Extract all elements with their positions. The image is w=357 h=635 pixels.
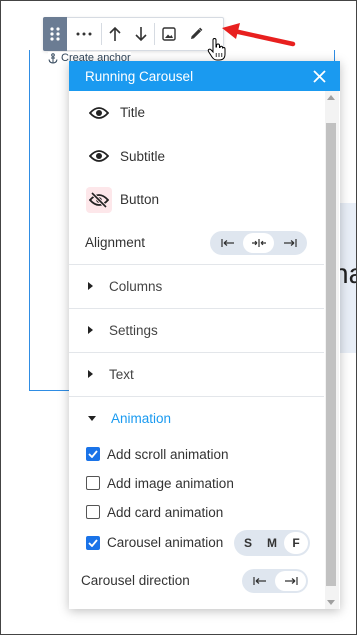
- checkbox-label: Add scroll animation: [107, 446, 229, 462]
- section-label: Animation: [111, 410, 172, 426]
- toggle-button-visibility[interactable]: [86, 186, 112, 213]
- panel-title: Running Carousel: [85, 68, 194, 84]
- section-text[interactable]: Text: [69, 351, 324, 396]
- arrow-down-icon: [135, 27, 147, 42]
- visibility-row-subtitle: Subtitle: [69, 135, 324, 179]
- block-toolbar: [43, 16, 224, 51]
- drag-handle[interactable]: [43, 16, 67, 51]
- close-button[interactable]: [310, 67, 328, 85]
- animation-speed-control: S M F: [234, 529, 310, 556]
- carousel-animation-row: Carousel animation S M F: [69, 527, 324, 559]
- hand-cursor-icon: [207, 38, 226, 61]
- toggle-title-visibility[interactable]: [86, 100, 112, 126]
- direction-left-option[interactable]: [244, 571, 275, 591]
- align-right-icon: [283, 238, 297, 247]
- image-animation-option[interactable]: Add image animation: [69, 469, 324, 498]
- checkbox-label: Carousel animation: [107, 535, 224, 550]
- visibility-row-button: Button: [69, 178, 324, 222]
- caret-right-icon: [88, 282, 93, 290]
- checkbox-label: Add image animation: [107, 475, 234, 491]
- drag-grip-icon: [50, 26, 60, 41]
- section-animation[interactable]: Animation: [69, 395, 324, 440]
- eye-off-icon: [89, 191, 109, 208]
- caret-right-icon: [88, 370, 93, 378]
- section-label: Settings: [109, 322, 158, 338]
- scroll-animation-option[interactable]: Add scroll animation: [69, 440, 324, 469]
- alignment-row: Alignment: [69, 222, 324, 264]
- speed-option-s[interactable]: S: [236, 532, 260, 554]
- checkbox-label: Add card animation: [107, 504, 224, 520]
- panel-content: Title Subtitle Button Alignment Columns …: [69, 91, 324, 603]
- running-carousel-panel: Running Carousel Title Subtitle Button A…: [69, 61, 340, 609]
- carousel-animation-checkbox[interactable]: [86, 535, 100, 550]
- alignment-label: Alignment: [85, 235, 146, 250]
- eye-icon: [89, 150, 109, 163]
- caret-right-icon: [88, 326, 93, 334]
- align-right-option[interactable]: [274, 233, 305, 253]
- alignment-segmented-control: [210, 230, 307, 255]
- direction-left-icon: [252, 576, 266, 585]
- image-button[interactable]: [155, 18, 183, 50]
- more-options-button[interactable]: [67, 18, 101, 50]
- direction-label: Carousel direction: [81, 573, 190, 588]
- card-animation-checkbox[interactable]: [86, 505, 100, 519]
- caret-down-icon: [88, 415, 96, 421]
- direction-right-icon: [284, 576, 298, 585]
- direction-right-option[interactable]: [275, 570, 306, 591]
- arrow-up-icon: [109, 26, 121, 41]
- move-up-button[interactable]: [102, 18, 128, 50]
- direction-segmented-control: [242, 568, 308, 593]
- panel-scrollbar[interactable]: [325, 91, 339, 609]
- card-animation-option[interactable]: Add card animation: [69, 498, 324, 527]
- visibility-label: Button: [120, 192, 160, 208]
- align-left-option[interactable]: [212, 233, 243, 253]
- pencil-icon: [191, 27, 203, 39]
- align-center-option[interactable]: [243, 232, 274, 253]
- speed-option-m[interactable]: M: [260, 532, 284, 554]
- checkmark-icon: [88, 538, 98, 547]
- carousel-direction-row: Carousel direction: [69, 559, 324, 603]
- align-left-icon: [220, 238, 234, 247]
- image-animation-checkbox[interactable]: [86, 476, 100, 490]
- section-label: Text: [109, 366, 134, 382]
- ellipsis-icon: [76, 32, 92, 36]
- panel-body: Title Subtitle Button Alignment Columns …: [69, 91, 340, 609]
- eye-icon: [89, 106, 109, 119]
- toggle-subtitle-visibility[interactable]: [86, 143, 112, 169]
- section-columns[interactable]: Columns: [69, 263, 324, 308]
- checkmark-icon: [88, 450, 98, 458]
- scroll-down-icon[interactable]: [327, 600, 335, 605]
- scroll-animation-checkbox[interactable]: [86, 447, 100, 461]
- anchor-icon: [48, 52, 58, 64]
- image-icon: [162, 27, 176, 41]
- panel-header: Running Carousel: [69, 61, 340, 91]
- scroll-up-icon[interactable]: [327, 95, 335, 100]
- align-center-icon: [251, 238, 266, 247]
- close-icon: [312, 69, 326, 83]
- visibility-label: Title: [120, 105, 146, 121]
- move-down-button[interactable]: [128, 18, 154, 50]
- visibility-label: Subtitle: [120, 148, 166, 164]
- speed-option-f[interactable]: F: [284, 531, 308, 554]
- scrollbar-thumb[interactable]: [326, 123, 336, 586]
- section-label: Columns: [109, 278, 163, 294]
- section-settings[interactable]: Settings: [69, 307, 324, 352]
- visibility-row-title: Title: [69, 91, 324, 135]
